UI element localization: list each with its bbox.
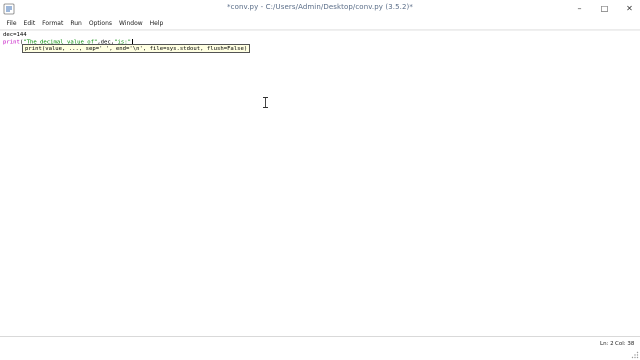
menu-window[interactable]: Window [116, 18, 147, 30]
close-button[interactable]: ✕ [624, 3, 635, 14]
resize-grip-icon[interactable] [631, 351, 639, 359]
status-bar: Ln: 2 Col: 38 [0, 336, 640, 360]
minimize-button[interactable]: – [574, 3, 585, 14]
code-editor[interactable]: dec=144 print("The decimal value of",dec… [0, 31, 640, 336]
column-number: Col: 38 [615, 341, 635, 347]
menu-options[interactable]: Options [85, 18, 115, 30]
maximize-icon: □ [600, 4, 609, 13]
line-number: Ln: 2 [600, 341, 614, 347]
code-line-1-text: dec=144 [3, 32, 27, 38]
menu-bar: File Edit Format Run Options Window Help [0, 18, 640, 30]
title-bar[interactable]: *conv.py - C:/Users/Admin/Desktop/conv.p… [0, 0, 640, 18]
maximize-button[interactable]: □ [599, 3, 610, 14]
ibeam-cursor-icon [263, 97, 268, 108]
window-controls: – □ ✕ [574, 3, 635, 14]
close-icon: ✕ [626, 4, 633, 13]
menu-format[interactable]: Format [39, 18, 67, 30]
menu-file[interactable]: File [3, 18, 20, 30]
code-line-1: dec=144 [3, 32, 27, 39]
minimize-icon: – [577, 4, 582, 13]
window-title: *conv.py - C:/Users/Admin/Desktop/conv.p… [227, 3, 413, 11]
print-keyword: print [3, 39, 20, 46]
menu-help[interactable]: Help [146, 18, 167, 30]
menu-run[interactable]: Run [67, 18, 86, 30]
calltip-tooltip: print(value, ..., sep=' ', end='\n', fil… [22, 44, 251, 53]
menu-edit[interactable]: Edit [20, 18, 39, 30]
